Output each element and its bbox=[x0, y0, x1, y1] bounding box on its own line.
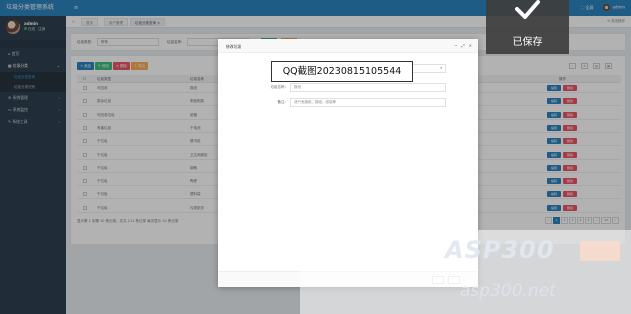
chevron-down-icon: ▾ bbox=[440, 66, 442, 70]
watermark-logo: ASP300 bbox=[445, 236, 555, 264]
watermark: ASP300 asp300.net bbox=[300, 230, 631, 314]
saved-toast: 已保存 bbox=[486, 0, 569, 54]
screenshot-filename-label: QQ截图20230815105544 bbox=[271, 61, 413, 82]
name-input[interactable]: 报纸 bbox=[290, 83, 446, 92]
saved-text: 已保存 bbox=[512, 37, 543, 48]
maximize-icon[interactable]: ⤢ bbox=[461, 43, 464, 48]
close-icon[interactable]: × bbox=[469, 43, 472, 48]
name-label: 垃圾名称： bbox=[270, 85, 289, 89]
watermark-badge bbox=[580, 241, 620, 261]
remark-label: 备注： bbox=[277, 100, 289, 104]
modal-header: 修改垃圾 − ⤢ × bbox=[218, 39, 478, 53]
check-icon bbox=[515, 0, 540, 19]
watermark-url: asp300.net bbox=[460, 281, 556, 301]
modal-controls: − ⤢ × bbox=[454, 43, 472, 48]
remark-input[interactable]: 请只丢废纸、报纸、纸袋等 bbox=[290, 98, 446, 107]
minimize-icon[interactable]: − bbox=[454, 43, 457, 48]
form-row-name: 垃圾名称： 报纸 bbox=[218, 83, 478, 93]
modal-title: 修改垃圾 bbox=[226, 44, 242, 49]
form-row-remark: 备注： 请只丢废纸、报纸、纸袋等 bbox=[218, 98, 478, 108]
